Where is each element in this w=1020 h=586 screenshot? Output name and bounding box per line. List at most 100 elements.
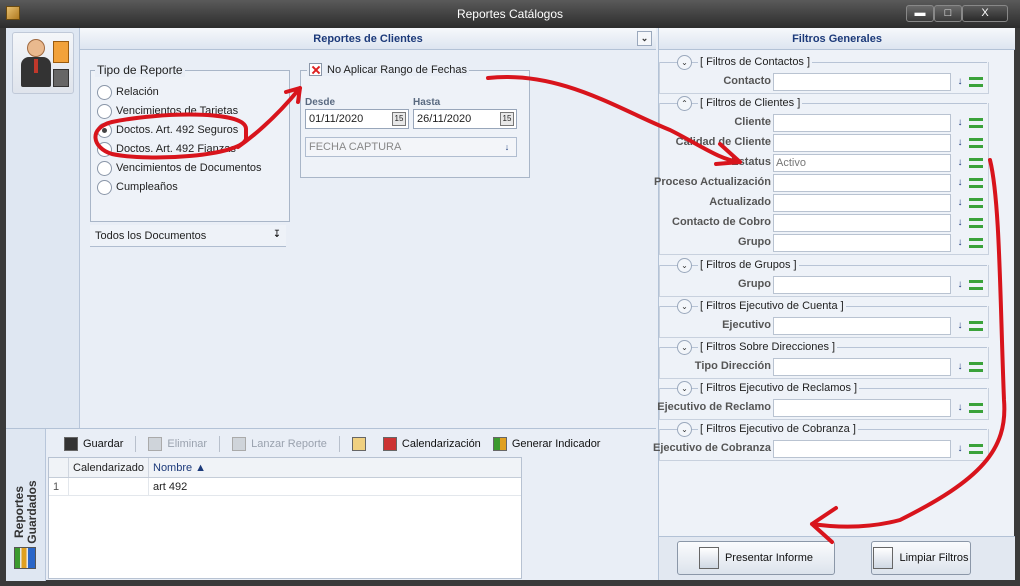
filtros-direcciones-title: [ Filtros Sobre Direcciones ] [698,341,838,353]
guardar-button[interactable]: Guardar [64,437,123,451]
desde-label: Desde [305,97,336,108]
arrow-down-icon[interactable]: ↓ [953,74,967,90]
expand-icon[interactable]: ⌄ [677,380,692,396]
filter-input-ejecutivo-cobranza[interactable] [773,440,951,458]
filter-input-estatus[interactable]: Activo [773,154,951,172]
equals-operator-icon[interactable] [969,118,983,128]
arrow-down-icon[interactable]: ↓ [953,115,967,131]
close-button[interactable]: X [962,5,1008,22]
filter-input-grupo[interactable] [773,276,951,294]
calendar-icon[interactable]: 15 [500,112,514,126]
filter-label: Actualizado [709,196,771,208]
arrow-down-icon[interactable]: ↓ [953,359,967,375]
arrow-down-icon[interactable]: ↓ [499,139,515,155]
rango-fechas-legend[interactable]: No Aplicar Rango de Fechas [307,63,470,76]
collapse-icon[interactable]: ⌃ [677,95,692,111]
radio-option-vencimientos-tarjetas[interactable]: Vencimientos de Tarjetas [97,102,238,120]
radio-button[interactable] [97,160,112,176]
arrow-down-icon[interactable]: ↓ [953,277,967,293]
equals-operator-icon[interactable] [969,362,983,372]
arrow-down-icon[interactable]: ↓ [953,318,967,334]
filtros-contactos-title: [ Filtros de Contactos ] [698,56,813,68]
filter-label: Proceso Actualización [654,176,771,188]
reportes-guardados-tab[interactable]: Reportes Guardados [6,429,46,581]
filter-input-proceso-actualizacion[interactable] [773,174,951,192]
filter-row-tipo-direccion: Tipo Dirección ↓ [659,357,989,377]
expand-icon[interactable]: ⌄ [677,421,692,437]
limpiar-filtros-button[interactable]: Limpiar Filtros [871,541,971,575]
arrow-down-icon[interactable]: ↓ [953,441,967,457]
expand-icon[interactable]: ⌄ [677,257,692,273]
tipo-fecha-dropdown[interactable]: FECHA CAPTURA ↓ [305,137,517,157]
equals-operator-icon[interactable] [969,238,983,248]
limpiar-filtros-label: Limpiar Filtros [899,552,969,564]
arrow-down-icon[interactable]: ↓ [953,400,967,416]
presentar-informe-button[interactable]: Presentar Informe [677,541,835,575]
equals-operator-icon[interactable] [969,198,983,208]
radio-option-relacion[interactable]: Relación [97,83,159,101]
save-icon [64,437,78,451]
minimize-button[interactable]: ▬ [906,5,934,22]
radio-option-doctos-fianzas[interactable]: Doctos. Art. 492 Fianzas [97,140,236,158]
hasta-date-field[interactable]: 26/11/2020 15 [413,109,517,129]
radio-button-selected[interactable] [97,122,112,138]
eliminar-button[interactable]: Eliminar [148,437,207,451]
radio-button[interactable] [97,103,112,119]
filter-input-contacto-cobro[interactable] [773,214,951,232]
table-header: Calendarizado Nombre ▲ [49,458,521,478]
filtros-generales-panel: Filtros Generales ⌄ [ Filtros de Contact… [653,28,1015,580]
filter-input-actualizado[interactable] [773,194,951,212]
radio-button[interactable] [97,179,112,195]
equals-operator-icon[interactable] [969,138,983,148]
filter-input-ejecutivo[interactable] [773,317,951,335]
generar-indicador-button[interactable]: Generar Indicador [492,437,600,451]
equals-operator-icon[interactable] [969,218,983,228]
arrow-down-icon[interactable]: ↓ [953,215,967,231]
arrow-down-icon[interactable]: ↧ [270,227,284,243]
no-aplicar-rango-checkbox[interactable] [309,63,322,76]
filter-input-grupo-cliente[interactable] [773,234,951,252]
collapse-icon[interactable]: ⌄ [637,31,652,46]
radio-option-cumpleanos[interactable]: Cumpleaños [97,178,178,196]
edit-report-button[interactable] [351,437,371,451]
radio-option-vencimientos-documentos[interactable]: Vencimientos de Documentos [97,159,262,177]
filtros-direcciones-group: ⌄ [ Filtros Sobre Direcciones ] Tipo Dir… [659,339,989,379]
filter-input-cliente[interactable] [773,114,951,132]
calendar-icon[interactable]: 15 [392,112,406,126]
lanzar-reporte-button[interactable]: Lanzar Reporte [232,437,327,451]
filtros-ejecutivo-reclamos-title: [ Filtros Ejecutivo de Reclamos ] [698,382,860,394]
equals-operator-icon[interactable] [969,403,983,413]
filter-input-tipo-direccion[interactable] [773,358,951,376]
arrow-down-icon[interactable]: ↓ [953,235,967,251]
equals-operator-icon[interactable] [969,178,983,188]
equals-operator-icon[interactable] [969,444,983,454]
radio-button[interactable] [97,84,112,100]
arrow-down-icon[interactable]: ↓ [953,135,967,151]
expand-icon[interactable]: ⌄ [677,298,692,314]
table-row[interactable]: 1 art 492 [49,478,521,496]
equals-operator-icon[interactable] [969,158,983,168]
filter-input-ejecutivo-reclamo[interactable] [773,399,951,417]
documentos-dropdown[interactable]: Todos los Documentos ↧ [90,225,286,247]
filter-input-contacto[interactable] [773,73,951,91]
arrow-down-icon[interactable]: ↓ [953,155,967,171]
radio-option-doctos-seguros[interactable]: Doctos. Art. 492 Seguros [97,121,238,139]
column-header-calendarizado[interactable]: Calendarizado [69,458,149,477]
filter-input-calidad-cliente[interactable] [773,134,951,152]
filtros-generales-title: Filtros Generales [659,28,1015,50]
calendarizacion-button[interactable]: Calendarización [382,437,481,451]
clientes-report-icon[interactable] [12,32,74,94]
radio-button[interactable] [97,141,112,157]
desde-date-field[interactable]: 01/11/2020 15 [305,109,409,129]
equals-operator-icon[interactable] [969,321,983,331]
equals-operator-icon[interactable] [969,280,983,290]
arrow-down-icon[interactable]: ↓ [953,175,967,191]
tipo-fecha-value: FECHA CAPTURA [309,141,402,153]
maximize-button[interactable]: □ [934,5,962,22]
row-index: 1 [49,478,69,495]
arrow-down-icon[interactable]: ↓ [953,195,967,211]
expand-icon[interactable]: ⌄ [677,339,692,355]
equals-operator-icon[interactable] [969,77,983,87]
column-header-nombre[interactable]: Nombre ▲ [149,458,521,477]
expand-icon[interactable]: ⌄ [677,54,692,70]
